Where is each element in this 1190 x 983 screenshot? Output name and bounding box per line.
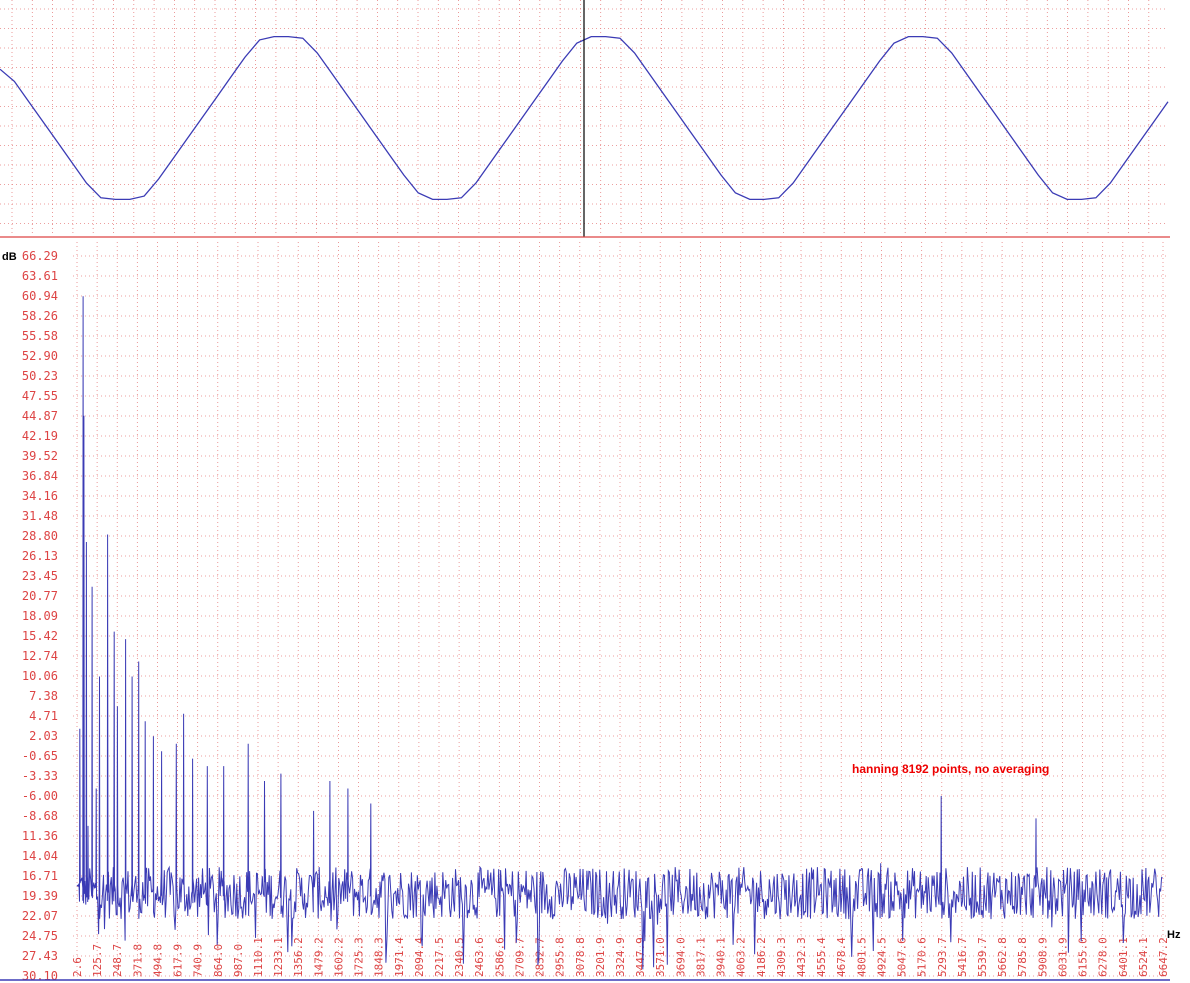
- x-tick-label: 248.7: [111, 944, 124, 977]
- y-tick-label: 18.09: [22, 609, 58, 623]
- x-tick-label: 1725.3: [353, 937, 366, 977]
- y-tick-label: 26.13: [22, 549, 58, 563]
- x-tick-label: 617.9: [172, 944, 185, 977]
- y-tick-label: 30.10: [22, 969, 58, 983]
- y-tick-label: 60.94: [22, 289, 58, 303]
- background: [0, 0, 1190, 983]
- y-tick-label: 11.36: [22, 829, 58, 843]
- y-tick-label: 24.75: [22, 929, 58, 943]
- x-tick-label: 371.8: [131, 944, 144, 977]
- y-tick-label: 44.87: [22, 409, 58, 423]
- x-tick-label: 1602.2: [332, 937, 345, 977]
- y-tick-label: -6.00: [22, 789, 58, 803]
- y-tick-label: 50.23: [22, 369, 58, 383]
- y-tick-label: 27.43: [22, 949, 58, 963]
- x-tick-label: 3694.0: [674, 937, 687, 977]
- y-tick-label: 22.07: [22, 909, 58, 923]
- x-tick-label: 2094.4: [413, 937, 426, 977]
- x-tick-label: 5416.7: [956, 937, 969, 977]
- x-tick-label: 6647.2: [1157, 937, 1170, 977]
- x-tick-label: 5785.8: [1016, 937, 1029, 977]
- x-tick-label: 1971.4: [393, 937, 406, 977]
- y-tick-label: 16.71: [22, 869, 58, 883]
- x-tick-label: 5908.9: [1036, 937, 1049, 977]
- y-tick-label: -8.68: [22, 809, 58, 823]
- x-tick-label: 987.0: [232, 944, 245, 977]
- x-tick-label: 1110.1: [252, 937, 265, 977]
- analysis-settings-note: hanning 8192 points, no averaging: [852, 762, 1049, 776]
- x-tick-label: 1848.3: [373, 937, 386, 977]
- x-tick-label: 1233.1: [272, 937, 285, 977]
- x-tick-label: 2709.7: [513, 937, 526, 977]
- y-tick-label: 42.19: [22, 429, 58, 443]
- x-tick-label: 6524.1: [1137, 937, 1150, 977]
- y-tick-label: 2.03: [29, 729, 58, 743]
- x-tick-label: 4555.4: [815, 937, 828, 977]
- x-tick-label: 5293.7: [936, 937, 949, 977]
- y-tick-label: 34.16: [22, 489, 58, 503]
- y-tick-label: 28.80: [22, 529, 58, 543]
- y-tick-label: -3.33: [22, 769, 58, 783]
- y-tick-label: 36.84: [22, 469, 58, 483]
- x-tick-label: 3078.8: [574, 937, 587, 977]
- y-tick-label: 7.38: [29, 689, 58, 703]
- x-tick-label: 4801.5: [855, 937, 868, 977]
- x-tick-label: 864.0: [212, 944, 225, 977]
- x-tick-label: 4063.2: [735, 937, 748, 977]
- y-axis-unit-label: dB: [2, 251, 17, 263]
- y-tick-label: 63.61: [22, 269, 58, 283]
- y-tick-label: 4.71: [29, 709, 58, 723]
- y-tick-label: 39.52: [22, 449, 58, 463]
- x-tick-label: 4678.4: [835, 937, 848, 977]
- x-tick-label: 6031.9: [1056, 937, 1069, 977]
- x-tick-label: 4186.2: [755, 937, 768, 977]
- x-tick-label: 2832.7: [534, 937, 547, 977]
- x-tick-label: 3817.1: [694, 937, 707, 977]
- y-tick-label: 15.42: [22, 629, 58, 643]
- y-tick-label: 19.39: [22, 889, 58, 903]
- oscilloscope-display: 66.29 63.61 60.94 58.26 55.58 52.90 50.23 47.55…: [0, 0, 1190, 983]
- x-tick-label: 6401.1: [1117, 937, 1130, 977]
- x-tick-label: 2.6: [71, 957, 84, 977]
- x-tick-label: 6155.0: [1077, 937, 1090, 977]
- x-tick-label: 4309.3: [775, 937, 788, 977]
- x-tick-label: 2463.6: [473, 937, 486, 977]
- y-tick-label: -0.65: [22, 749, 58, 763]
- y-axis-ticks: 66.29 63.61 60.94 58.26 55.58 52.90 50.23 47.55…: [22, 249, 58, 983]
- x-tick-label: 3447.9: [634, 937, 647, 977]
- y-tick-label: 20.77: [22, 589, 58, 603]
- y-tick-label: 31.48: [22, 509, 58, 523]
- y-tick-label: 52.90: [22, 349, 58, 363]
- x-tick-label: 6278.0: [1097, 937, 1110, 977]
- x-tick-label: 3201.9: [594, 937, 607, 977]
- x-tick-label: 1356.2: [292, 937, 305, 977]
- y-tick-label: 23.45: [22, 569, 58, 583]
- y-tick-label: 12.74: [22, 649, 58, 663]
- x-tick-label: 2955.8: [554, 937, 567, 977]
- y-tick-label: 58.26: [22, 309, 58, 323]
- y-tick-label: 14.04: [22, 849, 58, 863]
- x-tick-label: 125.7: [91, 944, 104, 977]
- x-tick-label: 740.9: [192, 944, 205, 977]
- x-tick-label: 5047.6: [896, 937, 909, 977]
- x-tick-label: 2217.5: [433, 937, 446, 977]
- x-tick-label: 4432.3: [795, 937, 808, 977]
- x-tick-label: 1479.2: [312, 937, 325, 977]
- x-tick-label: 4924.5: [875, 937, 888, 977]
- y-tick-label: 10.06: [22, 669, 58, 683]
- x-tick-label: 3324.9: [614, 937, 627, 977]
- x-tick-label: 5539.7: [976, 937, 989, 977]
- x-tick-label: 3571.0: [654, 937, 667, 977]
- y-tick-label: 47.55: [22, 389, 58, 403]
- x-tick-label: 5662.8: [996, 937, 1009, 977]
- x-tick-label: 3940.1: [715, 937, 728, 977]
- x-tick-label: 5170.6: [916, 937, 929, 977]
- x-tick-label: 494.8: [151, 944, 164, 977]
- y-tick-label: 66.29: [22, 249, 58, 263]
- y-tick-label: 55.58: [22, 329, 58, 343]
- x-axis-unit-label: Hz: [1167, 929, 1181, 941]
